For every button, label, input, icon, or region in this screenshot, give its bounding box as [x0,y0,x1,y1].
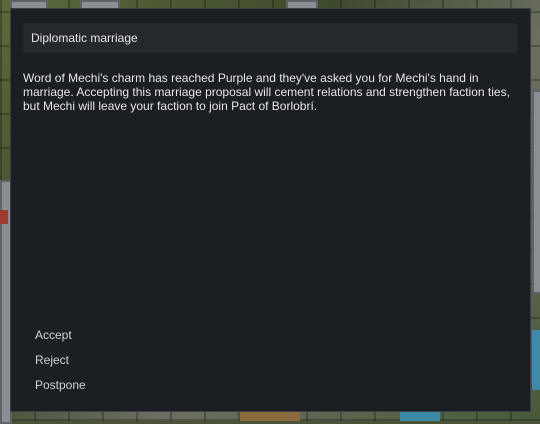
map-water-tile [400,412,440,421]
map-water-tile [532,330,540,390]
postpone-option[interactable]: Postpone [35,377,86,393]
map-wall-tile [532,90,540,294]
map-object [0,210,8,224]
map-floor-tile [240,412,300,421]
accept-option[interactable]: Accept [35,327,86,343]
dialog-titlebar: Diplomatic marriage [23,23,517,53]
diplomatic-marriage-dialog: Diplomatic marriage Word of Mechi's char… [10,8,531,412]
reject-option[interactable]: Reject [35,352,86,368]
dialog-message: Word of Mechi's charm has reached Purple… [23,71,510,113]
dialog-title: Diplomatic marriage [31,31,138,45]
dialog-options: Accept Reject Postpone [35,327,86,402]
